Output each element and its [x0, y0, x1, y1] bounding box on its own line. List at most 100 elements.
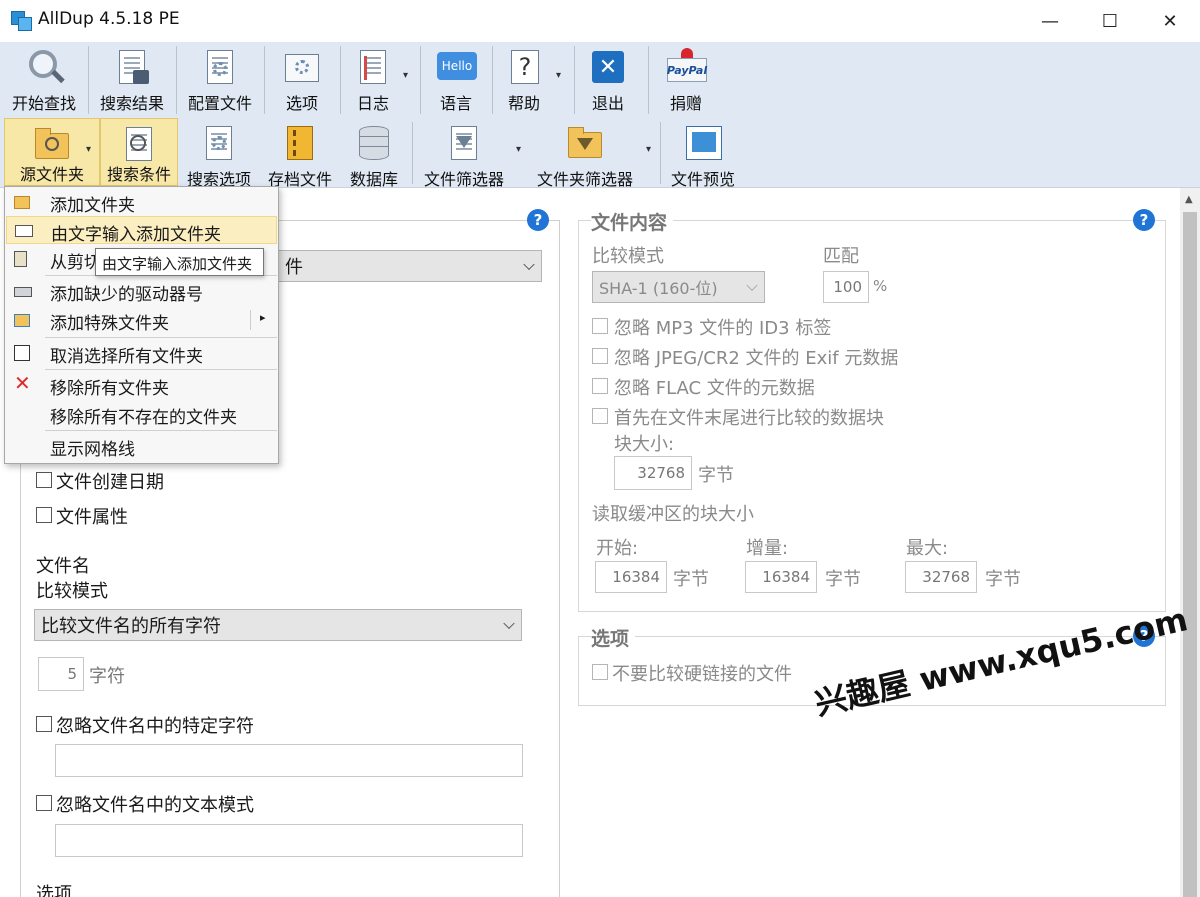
- match-percent-unit: %: [873, 277, 888, 295]
- log-button[interactable]: 日志: [344, 48, 402, 114]
- ignore-mp3-label: 忽略 MP3 文件的 ID3 标签: [614, 318, 832, 339]
- left-help-icon[interactable]: ?: [527, 209, 549, 231]
- minimize-button[interactable]: —: [1020, 0, 1080, 42]
- match-percent-input[interactable]: 100: [823, 271, 869, 303]
- buffer-max-unit: 字节: [985, 569, 1021, 590]
- profile-button[interactable]: 配置文件: [184, 48, 256, 114]
- search-options-button[interactable]: 搜索选项: [182, 124, 256, 190]
- text-input-folder-icon: [15, 223, 33, 239]
- hello-icon: Hello: [437, 48, 477, 88]
- ignore-mp3-checkbox[interactable]: [592, 318, 608, 334]
- ignore-pattern-input[interactable]: [55, 824, 523, 857]
- special-folder-icon: [14, 312, 32, 328]
- chars-count-input[interactable]: 5: [38, 657, 84, 691]
- maximize-button[interactable]: ☐: [1080, 0, 1140, 42]
- database-button[interactable]: 数据库: [344, 124, 404, 190]
- hardlink-label: 不要比较硬链接的文件: [612, 664, 792, 685]
- ignore-pattern-checkbox[interactable]: [36, 795, 52, 811]
- filename-compare-mode-label: 比较模式: [36, 581, 108, 602]
- ignore-jpeg-checkbox[interactable]: [592, 348, 608, 364]
- ignore-chars-checkbox[interactable]: [36, 716, 52, 732]
- log-dropdown-icon[interactable]: ▾: [403, 70, 408, 81]
- attributes-label: 文件属性: [56, 507, 128, 528]
- block-size-input[interactable]: 32768: [614, 456, 692, 490]
- menu-item-remove-all[interactable]: ✕ 移除所有文件夹: [6, 371, 277, 399]
- file-filter-button[interactable]: 文件筛选器: [418, 124, 510, 190]
- vertical-scrollbar[interactable]: ▲: [1180, 188, 1200, 897]
- drive-icon: [14, 283, 32, 299]
- folder-filter-icon: [566, 124, 604, 164]
- hardlink-checkbox[interactable]: [592, 664, 608, 680]
- compare-tail-checkbox[interactable]: [592, 408, 608, 424]
- tooltip: 由文字输入添加文件夹: [95, 248, 264, 276]
- sub-toolbar: 源文件夹 ▾ 搜索条件 搜索选项 存档文件 数据库 文件筛选器 ▾ 文件夹筛选器…: [0, 118, 1200, 190]
- buffer-start-label: 开始:: [596, 538, 639, 559]
- file-preview-button[interactable]: 文件预览: [666, 124, 740, 190]
- menu-item-add-folder-by-text[interactable]: 由文字输入添加文件夹: [6, 216, 277, 245]
- menu-item-add-special-folder[interactable]: 添加特殊文件夹 ▸: [6, 306, 277, 334]
- profile-icon: [201, 48, 239, 88]
- exit-icon: ✕: [589, 48, 627, 88]
- options-icon: [283, 48, 321, 88]
- help-dropdown-icon[interactable]: ▾: [556, 70, 561, 81]
- options-group-title: 选项: [591, 624, 636, 651]
- scroll-up-icon[interactable]: ▲: [1185, 194, 1193, 205]
- scroll-thumb[interactable]: [1183, 212, 1197, 897]
- ignore-flac-label: 忽略 FLAC 文件的元数据: [614, 378, 815, 399]
- menu-item-deselect-all[interactable]: 取消选择所有文件夹: [6, 339, 277, 367]
- add-folder-icon: [14, 194, 32, 210]
- filename-compare-mode-select[interactable]: 比较文件名的所有字符: [34, 609, 522, 641]
- buffer-max-label: 最大:: [906, 538, 949, 559]
- buffer-step-label: 增量:: [746, 538, 789, 559]
- search-results-button[interactable]: 搜索结果: [96, 48, 168, 114]
- menu-item-add-drives[interactable]: 添加缺少的驱动器号: [6, 277, 277, 305]
- donate-button[interactable]: PayPal 捐赠: [658, 48, 714, 114]
- database-icon: [355, 124, 393, 164]
- archive-icon: [281, 124, 319, 164]
- preview-icon: [684, 124, 722, 164]
- magnifier-icon: [25, 48, 65, 88]
- paypal-icon: PayPal: [667, 48, 707, 88]
- created-date-checkbox[interactable]: [36, 472, 52, 488]
- block-size-label: 块大小:: [614, 434, 675, 455]
- chars-unit-label: 字符: [89, 666, 125, 687]
- close-button[interactable]: ✕: [1140, 0, 1200, 42]
- title-bar: AllDup 4.5.18 PE — ☐ ✕: [0, 0, 1200, 42]
- archive-button[interactable]: 存档文件: [264, 124, 336, 190]
- buffer-max-input[interactable]: 32768: [905, 561, 977, 593]
- hash-algorithm-select[interactable]: SHA-1 (160-位): [592, 271, 765, 303]
- remove-icon: ✕: [14, 371, 31, 395]
- chevron-down-icon: [746, 279, 758, 292]
- results-icon: [113, 48, 151, 88]
- main-toolbar: 开始查找 搜索结果 配置文件 选项 日志 ▾ Hello 语言 ? 帮助 ▾ ✕…: [0, 42, 1200, 118]
- search-criteria-button[interactable]: 搜索条件: [100, 118, 178, 186]
- buffer-step-unit: 字节: [825, 569, 861, 590]
- search-options-icon: [200, 124, 238, 164]
- source-folder-dropdown-icon[interactable]: ▾: [86, 144, 91, 155]
- language-button[interactable]: Hello 语言: [428, 48, 484, 114]
- help-button[interactable]: ? 帮助: [500, 48, 548, 114]
- folder-filter-button[interactable]: 文件夹筛选器: [530, 124, 640, 190]
- ignore-chars-input[interactable]: [55, 744, 523, 777]
- menu-item-show-gridlines[interactable]: 显示网格线: [6, 432, 277, 460]
- content-compare-mode-label: 比较模式: [592, 246, 664, 267]
- ignore-flac-checkbox[interactable]: [592, 378, 608, 394]
- created-date-label: 文件创建日期: [56, 472, 164, 493]
- options-button[interactable]: 选项: [272, 48, 332, 114]
- exit-button[interactable]: ✕ 退出: [584, 48, 632, 114]
- file-content-help-icon[interactable]: ?: [1133, 209, 1155, 231]
- app-icon: [11, 11, 33, 31]
- menu-item-remove-missing[interactable]: 移除所有不存在的文件夹: [6, 400, 277, 428]
- attributes-checkbox[interactable]: [36, 507, 52, 523]
- window-title: AllDup 4.5.18 PE: [38, 9, 180, 29]
- folder-filter-dropdown-icon[interactable]: ▾: [646, 144, 651, 155]
- menu-item-add-folder[interactable]: 添加文件夹: [6, 188, 277, 216]
- submenu-arrow-icon: ▸: [260, 311, 266, 324]
- criteria-combo[interactable]: 件: [278, 250, 542, 282]
- file-filter-dropdown-icon[interactable]: ▾: [516, 144, 521, 155]
- buffer-step-input[interactable]: 16384: [745, 561, 817, 593]
- file-filter-icon: [445, 124, 483, 164]
- file-content-title: 文件内容: [591, 208, 674, 235]
- buffer-start-input[interactable]: 16384: [595, 561, 667, 593]
- start-search-button[interactable]: 开始查找: [8, 48, 80, 114]
